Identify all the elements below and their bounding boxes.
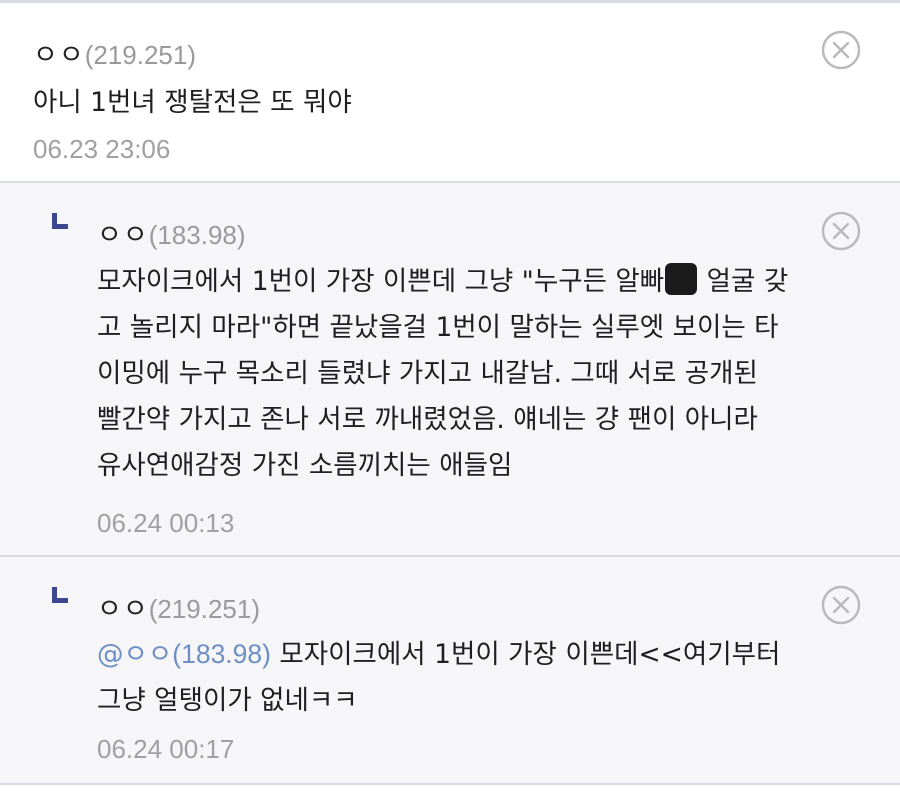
comment-body-segment: 모자이크에서 1번이 가장 이쁜데 그냥 "누구든 알빠 [97,266,665,297]
comment-body-line: 빨간약 가지고 존나 서로 까내렸었음. 얘네는 걍 팬이 아니라 [97,404,758,435]
comment-body-line: @ㅇㅇ(183.98) 모자이크에서 1번이 가장 이쁜데<<여기부터 [97,631,780,678]
comment-body: @ㅇㅇ(183.98) 모자이크에서 1번이 가장 이쁜데<<여기부터 그냥 얼… [97,631,780,724]
comment-body-line: 고 놀리지 마라"하면 끝났을걸 1번이 말하는 실루엣 보이는 타 [97,312,779,343]
comment-header: ㅇㅇ (183.98) [97,213,246,252]
close-circle-icon [821,211,861,251]
comment-body-segment: 모자이크에서 1번이 가장 이쁜데<<여기부터 [279,639,781,670]
comment-ip: (219.251) [148,594,260,624]
mention-link[interactable]: @ㅇㅇ(183.98) [97,639,271,670]
comment-date: 06.24 00:13 [97,508,235,538]
reply-item: ㅇㅇ (183.98) 모자이크에서 1번이 가장 이쁜데 그냥 "누구든 알빠… [0,183,900,557]
reply-item: ㅇㅇ (219.251) @ㅇㅇ(183.98) 모자이크에서 1번이 가장 이… [0,557,900,785]
comment-nickname[interactable]: ㅇㅇ [97,213,149,252]
comment-nickname[interactable]: ㅇㅇ [33,33,85,72]
comment-body-line: 이밍에 누구 목소리 들렸냐 가지고 내갈남. 그때 서로 공개된 [97,358,758,389]
mention-nickname: @ㅇㅇ [97,639,173,670]
comment-header: ㅇㅇ (219.251) [97,587,260,626]
comment-body-line: 유사연애감정 가진 소름끼치는 애들임 [97,450,513,481]
close-circle-icon [821,585,861,625]
comment-body-line: 모자이크에서 1번이 가장 이쁜데 그냥 "누구든 알빠 얼굴 갖 [97,259,788,305]
delete-comment-button[interactable] [821,211,861,251]
delete-comment-button[interactable] [821,585,861,625]
comment-date: 06.24 00:17 [97,734,235,764]
comment-item: ㅇㅇ (219.251) 아니 1번녀 쟁탈전은 또 뭐야 06.23 23:0… [0,3,900,183]
delete-comment-button[interactable] [821,30,861,70]
comment-body: 모자이크에서 1번이 가장 이쁜데 그냥 "누구든 알빠 얼굴 갖 고 놀리지 … [97,259,788,489]
reply-arrow-icon [52,587,68,603]
comment-body-line: 아니 1번녀 쟁탈전은 또 뭐야 [33,87,352,118]
comment-date: 06.23 23:06 [33,134,171,164]
comment-body-line: 그냥 얼탱이가 없네ㅋㅋ [97,685,358,716]
comment-header: ㅇㅇ (219.251) [33,33,196,72]
comment-nickname[interactable]: ㅇㅇ [97,587,149,626]
comment-body-segment: 얼굴 갖 [706,266,789,297]
comment-body: 아니 1번녀 쟁탈전은 또 뭐야 [33,80,352,126]
reply-arrow-icon [52,213,68,229]
censor-block [665,263,698,295]
comment-thread: ㅇㅇ (219.251) 아니 1번녀 쟁탈전은 또 뭐야 06.23 23:0… [0,0,900,793]
comment-ip: (183.98) [148,220,246,250]
close-circle-icon [821,30,861,70]
comment-ip: (219.251) [84,40,196,70]
mention-ip: (183.98) [172,639,271,669]
